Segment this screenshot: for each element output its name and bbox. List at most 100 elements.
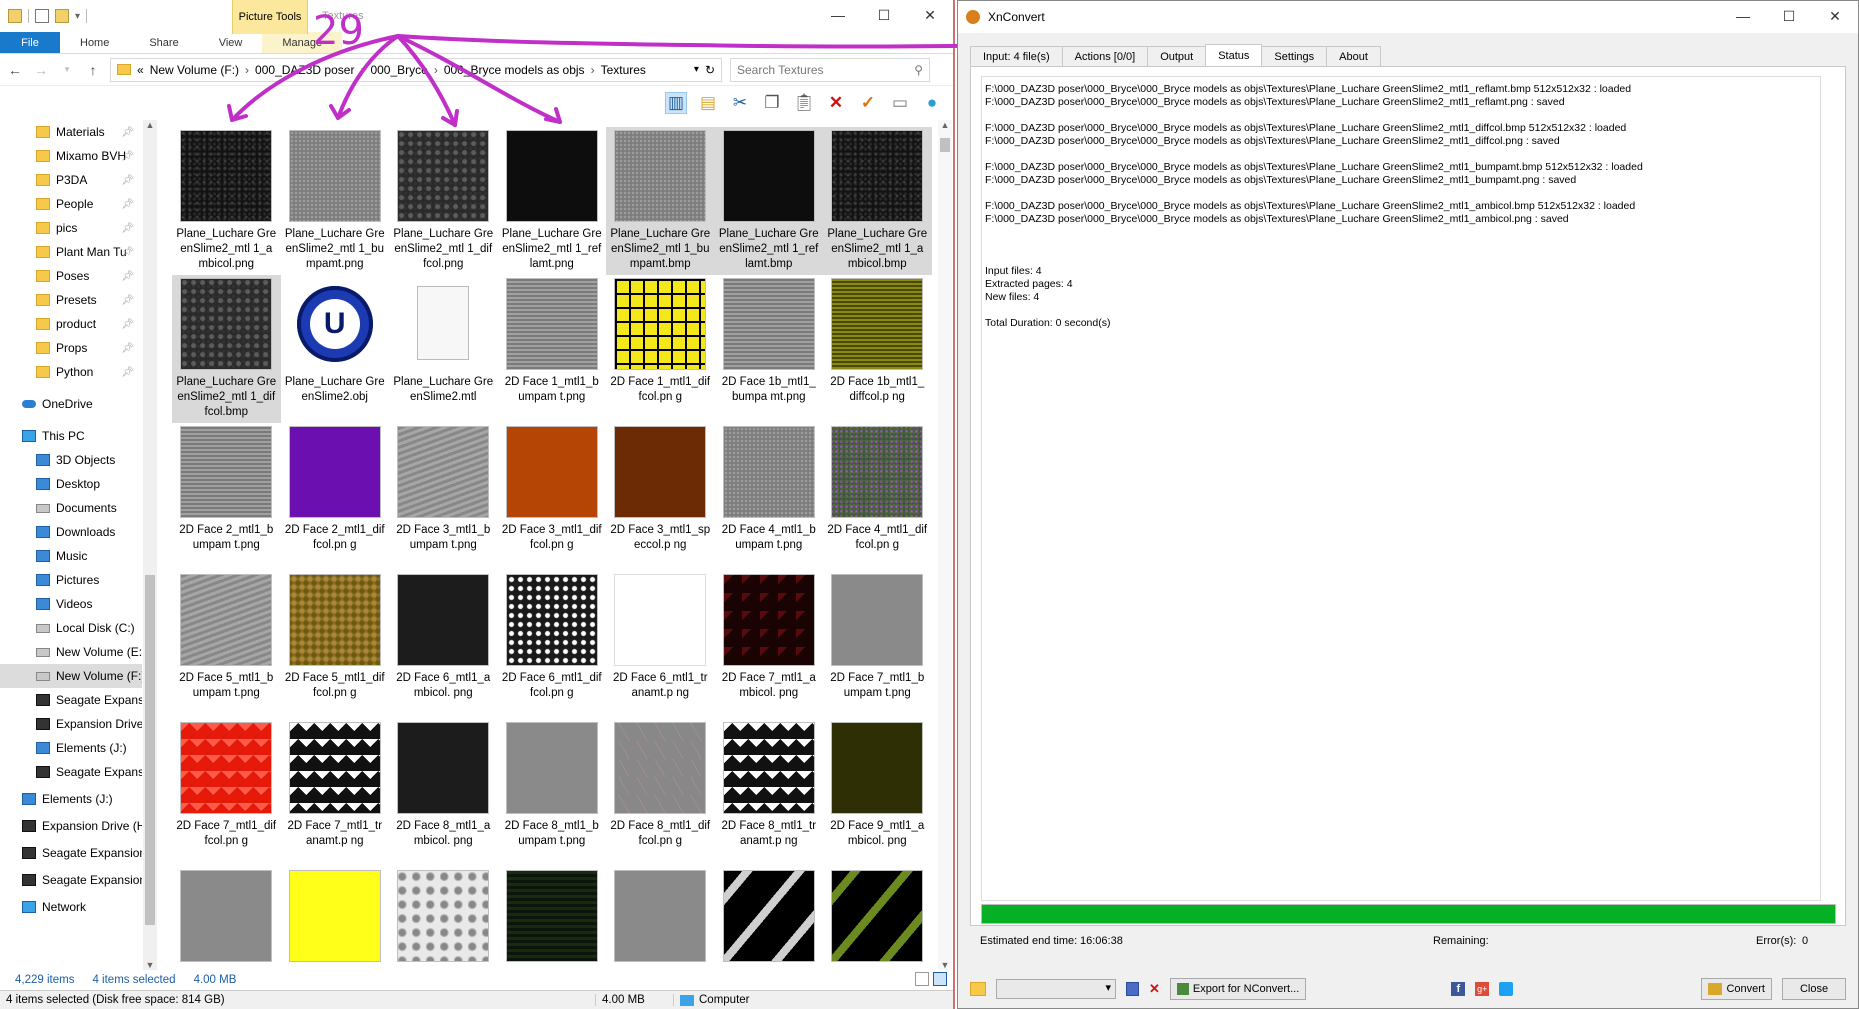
- nav-item[interactable]: Music: [0, 544, 142, 568]
- close-button[interactable]: ✕: [907, 0, 953, 30]
- file-item[interactable]: [715, 867, 824, 967]
- preview-pane-icon[interactable]: ▥: [665, 92, 687, 114]
- nav-item[interactable]: Elements (J:): [0, 787, 142, 811]
- maximize-button[interactable]: ☐: [861, 0, 907, 30]
- nav-item[interactable]: Poses 📌︎: [0, 264, 142, 288]
- breadcrumb-item[interactable]: New Volume (F:): [150, 63, 239, 77]
- nav-item[interactable]: Python 📌︎: [0, 360, 142, 384]
- nav-item[interactable]: 3D Objects: [0, 448, 142, 472]
- file-item[interactable]: Plane_Luchare GreenSlime2_mtl 1_bumpamt.…: [606, 127, 715, 275]
- tab-input[interactable]: Input: 4 file(s): [970, 46, 1063, 66]
- conversion-log[interactable]: F:\000_DAZ3D poser\000_Bryce\000_Bryce m…: [981, 76, 1821, 901]
- file-item[interactable]: 2D Face 6_mtl1_ambicol. png: [389, 571, 498, 719]
- tab-settings[interactable]: Settings: [1261, 46, 1328, 66]
- tab-output[interactable]: Output: [1147, 46, 1207, 66]
- tab-share[interactable]: Share: [129, 32, 198, 53]
- folder-options-icon[interactable]: ▤: [697, 92, 719, 114]
- nav-item[interactable]: Seagate Expansic: [0, 688, 142, 712]
- breadcrumb-overflow[interactable]: «: [137, 63, 144, 77]
- file-item[interactable]: [281, 867, 390, 967]
- twitter-icon[interactable]: [1499, 981, 1514, 996]
- save-icon[interactable]: [1126, 981, 1139, 996]
- file-item[interactable]: 2D Face 9_mtl1_ambicol. png: [823, 719, 932, 867]
- facebook-icon[interactable]: f: [1451, 981, 1466, 996]
- file-item[interactable]: 2D Face 8_mtl1_tranamt.p ng: [715, 719, 824, 867]
- nav-item[interactable]: Network: [0, 895, 142, 919]
- file-item[interactable]: 2D Face 2_mtl1_bumpam t.png: [172, 423, 281, 571]
- nav-item[interactable]: Mixamo BVH 📌︎: [0, 144, 142, 168]
- content-scrollbar[interactable]: ▲ ▼: [938, 120, 952, 970]
- tab-about[interactable]: About: [1326, 46, 1381, 66]
- globe-icon[interactable]: ●: [921, 92, 943, 114]
- file-item[interactable]: Plane_Luchare GreenSlime2_mtl 1_ambicol.…: [823, 127, 932, 275]
- file-item[interactable]: Plane_Luchare GreenSlime2_mtl 1_diffcol.…: [172, 275, 281, 423]
- delete-icon[interactable]: ✕: [1149, 981, 1160, 997]
- large-icons-view-icon[interactable]: [933, 972, 947, 986]
- cut-icon[interactable]: ✂: [729, 92, 751, 114]
- file-item[interactable]: 2D Face 8_mtl1_diffcol.pn g: [606, 719, 715, 867]
- file-item[interactable]: 2D Face 8_mtl1_ambicol. png: [389, 719, 498, 867]
- file-item[interactable]: 2D Face 5_mtl1_bumpam t.png: [172, 571, 281, 719]
- tab-home[interactable]: Home: [60, 32, 129, 53]
- search-input[interactable]: Search Textures ⚲: [730, 57, 930, 82]
- file-item[interactable]: [172, 867, 281, 967]
- nav-item[interactable]: Seagate Expansion: [0, 841, 142, 865]
- convert-button[interactable]: Convert: [1701, 977, 1772, 1000]
- new-folder-icon[interactable]: [55, 9, 69, 23]
- file-item[interactable]: 2D Face 6_mtl1_tranamt.p ng: [606, 571, 715, 719]
- paste-icon[interactable]: 📋︎: [793, 92, 815, 114]
- file-item[interactable]: 2D Face 6_mtl1_diffcol.pn g: [498, 571, 607, 719]
- address-dropdown-icon[interactable]: ▾: [694, 64, 699, 75]
- nav-item[interactable]: Expansion Drive (H: [0, 814, 142, 838]
- file-item[interactable]: 2D Face 8_mtl1_bumpam t.png: [498, 719, 607, 867]
- file-item[interactable]: Plane_Luchare GreenSlime2_mtl 1_diffcol.…: [389, 127, 498, 275]
- nav-item[interactable]: New Volume (E:): [0, 640, 142, 664]
- delete-icon[interactable]: ✕: [825, 92, 847, 114]
- nav-item[interactable]: This PC: [0, 424, 142, 448]
- file-item[interactable]: 2D Face 1_mtl1_bumpam t.png: [498, 275, 607, 423]
- file-item[interactable]: 2D Face 3_mtl1_diffcol.pn g: [498, 423, 607, 571]
- details-view-icon[interactable]: [915, 972, 929, 986]
- properties-icon[interactable]: [35, 9, 49, 23]
- file-item[interactable]: 2D Face 7_mtl1_ambicol. png: [715, 571, 824, 719]
- customize-dropdown-icon[interactable]: ▾: [75, 11, 80, 22]
- breadcrumb-item[interactable]: Textures: [601, 63, 646, 77]
- refresh-icon[interactable]: ↻: [705, 63, 715, 77]
- file-item[interactable]: 2D Face 1b_mtl1_diffcol.p ng: [823, 275, 932, 423]
- tab-file[interactable]: File: [0, 32, 60, 53]
- google-plus-icon[interactable]: g+: [1475, 981, 1490, 996]
- checkmark-icon[interactable]: ✓: [857, 92, 879, 114]
- maximize-button[interactable]: ☐: [1766, 1, 1812, 31]
- file-item[interactable]: [823, 867, 932, 967]
- nav-item[interactable]: OneDrive: [0, 392, 142, 416]
- tab-status[interactable]: Status: [1205, 44, 1263, 66]
- rename-icon[interactable]: ▭: [889, 92, 911, 114]
- file-item[interactable]: 2D Face 7_mtl1_tranamt.p ng: [281, 719, 390, 867]
- nav-item[interactable]: Local Disk (C:): [0, 616, 142, 640]
- file-item[interactable]: 2D Face 4_mtl1_bumpam t.png: [715, 423, 824, 571]
- up-arrow-icon[interactable]: ↑: [84, 62, 102, 78]
- file-item[interactable]: Plane_Luchare GreenSlime2_mtl 1_reflamt.…: [498, 127, 607, 275]
- breadcrumb-item[interactable]: 000_Bryce models as objs: [444, 63, 585, 77]
- folder-icon[interactable]: [8, 9, 22, 23]
- file-item[interactable]: 2D Face 7_mtl1_diffcol.pn g: [172, 719, 281, 867]
- preset-select[interactable]: [996, 978, 1116, 999]
- minimize-button[interactable]: —: [815, 0, 861, 30]
- file-item[interactable]: 2D Face 4_mtl1_diffcol.pn g: [823, 423, 932, 571]
- nav-item[interactable]: Seagate Expansic: [0, 760, 142, 784]
- nav-item[interactable]: product 📌︎: [0, 312, 142, 336]
- nav-item[interactable]: Presets 📌︎: [0, 288, 142, 312]
- file-item[interactable]: Plane_Luchare GreenSlime2_mtl 1_bumpamt.…: [281, 127, 390, 275]
- copy-icon[interactable]: ❐: [761, 92, 783, 114]
- nav-item[interactable]: People 📌︎: [0, 192, 142, 216]
- file-item[interactable]: 2D Face 1b_mtl1_bumpa mt.png: [715, 275, 824, 423]
- nav-item[interactable]: New Volume (F:): [0, 664, 142, 688]
- export-nconvert-button[interactable]: Export for NConvert...: [1169, 977, 1307, 1000]
- file-item[interactable]: 2D Face 3_mtl1_speccol.p ng: [606, 423, 715, 571]
- nav-item[interactable]: Plant Man Tu 📌︎: [0, 240, 142, 264]
- nav-item[interactable]: Videos: [0, 592, 142, 616]
- nav-item[interactable]: P3DA 📌︎: [0, 168, 142, 192]
- nav-item[interactable]: Pictures: [0, 568, 142, 592]
- minimize-button[interactable]: —: [1720, 1, 1766, 31]
- file-item[interactable]: U Plane_Luchare GreenSlime2.obj: [281, 275, 390, 423]
